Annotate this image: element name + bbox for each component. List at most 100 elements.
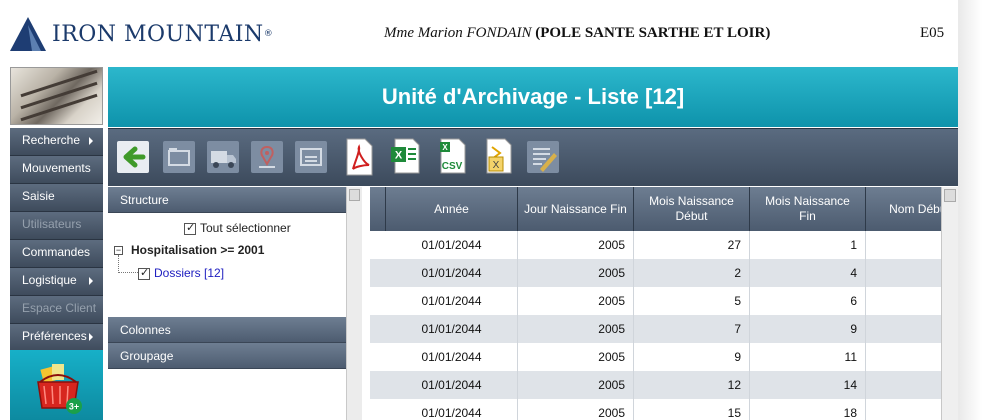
nav-item-pr-f-rences[interactable]: Préférences <box>10 324 103 352</box>
nav-item-label: Préférences <box>22 329 87 343</box>
window-edge <box>958 0 982 420</box>
page-title: Unité d'Archivage - Liste [12] <box>108 67 958 127</box>
tree-node-child[interactable]: Dossiers [12] <box>138 266 224 280</box>
basket-icon[interactable]: 3+ <box>34 362 82 416</box>
select-all-row[interactable]: Tout sélectionner <box>184 221 291 235</box>
nav-item-espace-client[interactable]: Espace Client <box>10 296 103 324</box>
table-cell: 2005 <box>518 371 634 399</box>
nav-item-mouvements[interactable]: Mouvements <box>10 156 103 184</box>
excel-export-icon[interactable]: X <box>388 137 422 177</box>
group-node-label: Hospitalisation >= 2001 <box>131 243 265 257</box>
brand-name: IRON MOUNTAIN <box>52 21 264 47</box>
grouping-header[interactable]: Groupage <box>108 343 361 369</box>
table-cell: 01/01/2044 <box>386 231 518 259</box>
csv-label: CSV <box>442 161 463 172</box>
basket-count: 3+ <box>69 402 79 412</box>
table-cell: 12 <box>634 371 750 399</box>
panel-scrollbar[interactable] <box>346 187 362 420</box>
table-cell: 01/01/2044 <box>386 287 518 315</box>
structure-label: Structure <box>120 193 169 207</box>
child-node-label[interactable]: Dossiers [12] <box>154 266 224 280</box>
table-cell: 2005 <box>518 259 634 287</box>
nav-item-label: Saisie <box>22 189 55 203</box>
table-cell: 9 <box>750 315 866 343</box>
pdf-export-icon[interactable] <box>342 137 376 177</box>
table-cell: 4 <box>750 259 866 287</box>
table-row[interactable]: 01/01/2044 2005 5 6 <box>370 287 958 315</box>
svg-text:X: X <box>442 143 448 152</box>
chevron-right-icon <box>89 277 93 285</box>
scroll-up-icon[interactable] <box>349 189 360 201</box>
table-cell: 2005 <box>518 343 634 371</box>
edit-list-icon[interactable] <box>526 137 560 177</box>
data-grid: Année Jour Naissance Fin Mois Naissance Dé… <box>370 187 958 420</box>
nav-item-label: Logistique <box>22 273 77 287</box>
nav-item-label: Utilisateurs <box>22 217 82 231</box>
folder-icon[interactable] <box>162 137 196 177</box>
grouping-label: Groupage <box>120 349 174 363</box>
user-code: E05 <box>920 25 945 41</box>
organisation-name: (POLE SANTE SARTHE ET LOIR) <box>535 25 771 41</box>
nav-item-label: Espace Client <box>22 301 97 315</box>
table-cell: 2005 <box>518 399 634 420</box>
table-row[interactable]: 01/01/2044 2005 15 18 <box>370 399 958 420</box>
table-cell: 2 <box>634 259 750 287</box>
table-cell: 18 <box>750 399 866 420</box>
table-row[interactable]: 01/01/2044 2005 9 11 <box>370 343 958 371</box>
nav-item-commandes[interactable]: Commandes <box>10 240 103 268</box>
table-cell: 2005 <box>518 315 634 343</box>
archive-photo <box>10 67 103 125</box>
table-cell: 01/01/2044 <box>386 343 518 371</box>
nav-item-label: Commandes <box>22 245 91 259</box>
table-cell: 01/01/2044 <box>386 259 518 287</box>
table-cell: 01/01/2044 <box>386 315 518 343</box>
nav-item-logistique[interactable]: Logistique <box>10 268 103 296</box>
scroll-up-icon[interactable] <box>944 189 956 202</box>
csv-export-icon[interactable]: X CSV <box>434 137 468 177</box>
columns-header[interactable]: Colonnes <box>108 317 361 343</box>
nav-item-label: Mouvements <box>22 161 91 175</box>
table-cell: 14 <box>750 371 866 399</box>
truck-icon[interactable] <box>206 137 240 177</box>
grid-scrollbar[interactable] <box>941 187 958 420</box>
select-all-checkbox[interactable] <box>184 221 196 235</box>
tree-connector <box>118 255 138 273</box>
svg-text:X: X <box>395 150 403 162</box>
nav-item-saisie[interactable]: Saisie <box>10 184 103 212</box>
column-header[interactable]: Mois Naissance Fin <box>750 187 866 231</box>
chevron-right-icon <box>89 137 93 145</box>
table-cell: 5 <box>634 287 750 315</box>
nav-item-recherche[interactable]: Recherche <box>10 128 103 156</box>
user-name: Mme Marion FONDAIN <box>384 25 532 41</box>
xml-export-icon[interactable]: X <box>480 137 514 177</box>
column-header[interactable]: Année <box>386 187 518 231</box>
location-pin-icon[interactable] <box>250 137 284 177</box>
table-cell: 2005 <box>518 231 634 259</box>
table-cell: 9 <box>634 343 750 371</box>
child-node-checkbox[interactable] <box>138 266 150 280</box>
main-nav: Recherche Mouvements Saisie Utilisateurs Com… <box>10 128 103 352</box>
table-cell: 2005 <box>518 287 634 315</box>
column-header[interactable]: Mois Naissance Début <box>634 187 750 231</box>
table-cell: 6 <box>750 287 866 315</box>
basket-panel: 3+ <box>10 350 103 420</box>
table-cell: 01/01/2044 <box>386 399 518 420</box>
structure-header[interactable]: Structure <box>108 187 361 213</box>
table-cell: 11 <box>750 343 866 371</box>
back-arrow-icon[interactable] <box>116 137 150 177</box>
structure-tree: Tout sélectionner −Hospitalisation >= 20… <box>108 213 361 303</box>
chevron-right-icon <box>89 333 93 341</box>
structure-panel: Structure Tout sélectionner −Hospitalisa… <box>108 187 362 420</box>
column-header[interactable]: Jour Naissance Fin <box>518 187 634 231</box>
collapse-node-icon[interactable]: − <box>114 246 123 256</box>
columns-label: Colonnes <box>120 323 171 337</box>
table-row[interactable]: 01/01/2044 2005 7 9 <box>370 315 958 343</box>
logo-triangle-icon <box>10 17 46 51</box>
table-cell: 27 <box>634 231 750 259</box>
table-row[interactable]: 01/01/2044 2005 27 1 <box>370 231 958 259</box>
table-row[interactable]: 01/01/2044 2005 12 14 <box>370 371 958 399</box>
nav-item-label: Recherche <box>22 133 81 147</box>
card-icon[interactable] <box>294 137 328 177</box>
nav-item-utilisateurs[interactable]: Utilisateurs <box>10 212 103 240</box>
table-row[interactable]: 01/01/2044 2005 2 4 <box>370 259 958 287</box>
